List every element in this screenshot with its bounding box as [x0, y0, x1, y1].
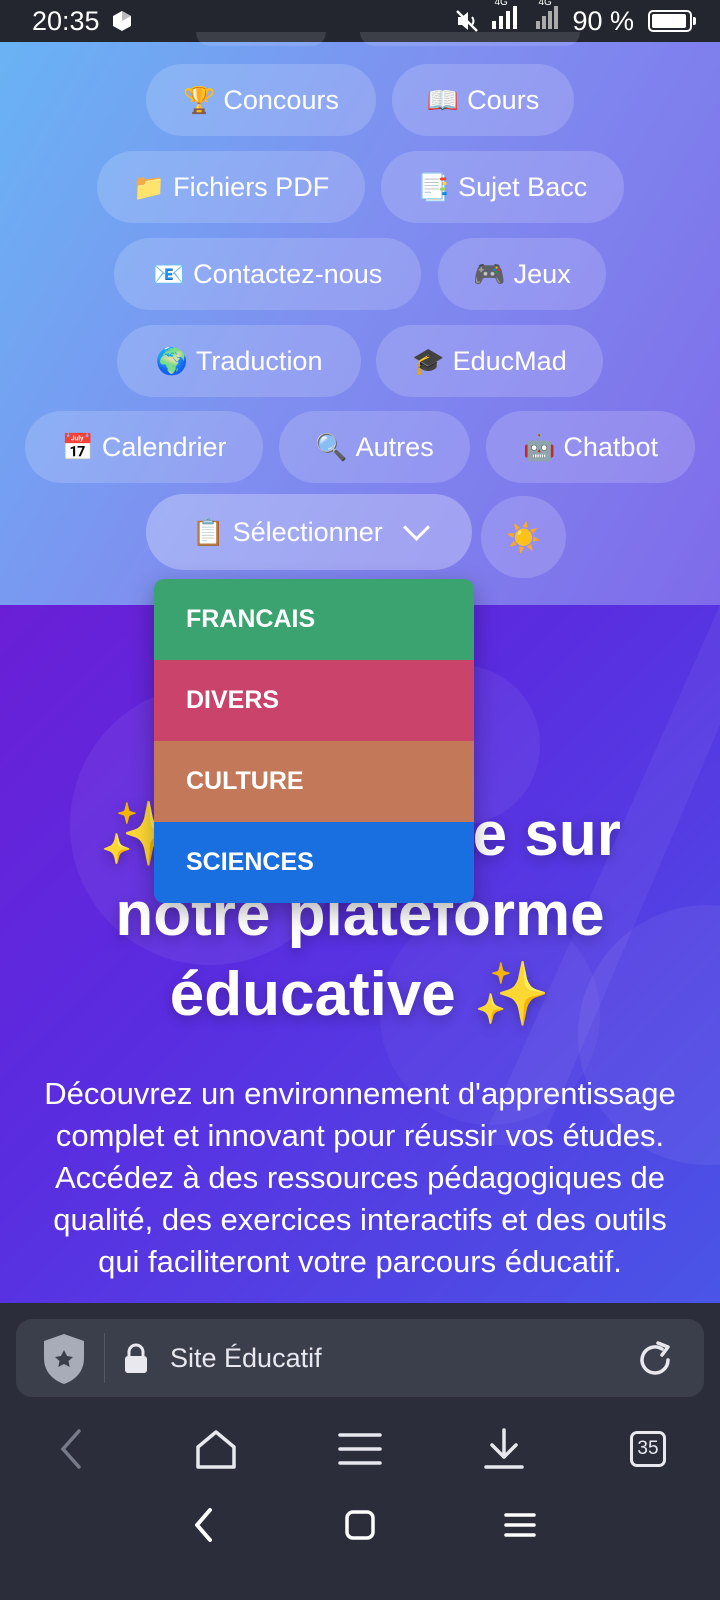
nav-label: Calendrier: [101, 431, 227, 462]
search-icon: 🔍: [315, 431, 348, 462]
nav-educmad[interactable]: 🎓 EducMad: [376, 325, 603, 397]
hero-description: Découvrez un environnement d'apprentissa…: [44, 1076, 676, 1279]
nav-jeux[interactable]: 🎮 Jeux: [438, 238, 606, 310]
graduation-cap-icon: 🎓: [412, 345, 445, 376]
clipboard-icon: 📋: [192, 516, 225, 547]
book-icon: 📖: [426, 84, 460, 115]
back-button[interactable]: [44, 1421, 100, 1477]
browser-bar: Site Éducatif 35: [0, 1303, 720, 1487]
nav-calendrier[interactable]: 📅 Calendrier: [25, 411, 263, 483]
nav-sujet-bacc[interactable]: 📑 Sujet Bacc: [381, 151, 624, 223]
nav-label: Cours: [467, 84, 540, 115]
dropdown-item-sciences[interactable]: SCIENCES: [154, 822, 474, 903]
globe-icon: 🌍: [155, 345, 188, 376]
nav-label: Fichiers PDF: [173, 171, 330, 202]
pill-remnant: [196, 32, 326, 46]
system-recents-button[interactable]: [500, 1505, 540, 1545]
nav-label: Autres: [355, 431, 434, 462]
status-time: 20:35: [32, 5, 100, 36]
nav-fichiers-pdf[interactable]: 📁 Fichiers PDF: [97, 151, 365, 223]
nav-label: Concours: [223, 84, 339, 115]
menu-icon: [338, 1433, 382, 1465]
square-icon: [345, 1510, 375, 1540]
select-label: Sélectionner: [232, 516, 383, 547]
mute-icon: [456, 10, 479, 32]
gamepad-icon: 🎮: [473, 258, 506, 289]
email-icon: 📧: [152, 258, 186, 289]
arrow-left-icon: [60, 1429, 81, 1469]
nav-label: Chatbot: [563, 431, 658, 462]
system-back-button[interactable]: [184, 1505, 224, 1545]
battery-icon: [648, 10, 696, 32]
home-icon: [196, 1430, 236, 1469]
pill-remnant: [360, 32, 580, 46]
nav-label: EducMad: [452, 345, 567, 376]
nav-label: Sujet Bacc: [458, 171, 588, 202]
download-icon: [484, 1428, 524, 1469]
browser-toolbar: 35: [0, 1413, 720, 1487]
nav-cours[interactable]: 📖 Cours: [392, 64, 574, 136]
nav-contactez-nous[interactable]: 📧 Contactez-nous: [114, 238, 421, 310]
tabs-count: 35: [630, 1431, 666, 1467]
download-button[interactable]: [476, 1421, 532, 1477]
folder-icon: 📁: [132, 171, 166, 202]
category-dropdown: FRANCAIS DIVERS CULTURE SCIENCES: [154, 579, 474, 903]
dropdown-item-culture[interactable]: CULTURE: [154, 741, 474, 822]
back-icon: [195, 1508, 212, 1542]
nav-traduction[interactable]: 🌍 Traduction: [117, 325, 361, 397]
system-nav-bar: [0, 1487, 720, 1600]
reload-icon[interactable]: [634, 1339, 676, 1381]
home-button[interactable]: [188, 1421, 244, 1477]
dropdown-item-divers[interactable]: DIVERS: [154, 660, 474, 741]
tabs-button[interactable]: 35: [620, 1421, 676, 1477]
url-bar[interactable]: Site Éducatif: [16, 1319, 704, 1397]
lock-icon: [125, 1343, 147, 1373]
url-divider: [104, 1333, 105, 1383]
dropdown-item-francais[interactable]: FRANCAIS: [154, 579, 474, 660]
trophy-icon: 🏆: [183, 84, 216, 115]
nav-label: Contactez-nous: [193, 258, 383, 289]
recents-icon: [504, 1513, 536, 1537]
nav-autres[interactable]: 🔍 Autres: [279, 411, 470, 483]
document-icon: 📑: [417, 171, 451, 202]
system-home-button[interactable]: [340, 1505, 380, 1545]
menu-button[interactable]: [332, 1421, 388, 1477]
chevron-down-icon: [402, 513, 430, 541]
robot-icon: 🤖: [523, 431, 556, 462]
nav-concours[interactable]: 🏆 Concours: [146, 64, 376, 136]
battery-percent: 90 %: [572, 5, 634, 36]
category-select[interactable]: 📋 Sélectionner: [146, 494, 472, 570]
nav-label: Traduction: [195, 345, 323, 376]
nav-chatbot[interactable]: 🤖 Chatbot: [486, 411, 695, 483]
shield-icon[interactable]: [40, 1332, 88, 1386]
nav-menu: 🏆 Concours 📖 Cours 📁 Fichiers PDF 📑 Suje…: [0, 32, 720, 605]
url-text: Site Éducatif: [170, 1343, 322, 1373]
theme-toggle-button[interactable]: ☀️: [481, 496, 566, 578]
nav-label: Jeux: [513, 258, 571, 289]
notification-icon: [112, 11, 131, 31]
sun-icon: ☀️: [506, 521, 541, 553]
calendar-icon: 📅: [61, 431, 94, 462]
